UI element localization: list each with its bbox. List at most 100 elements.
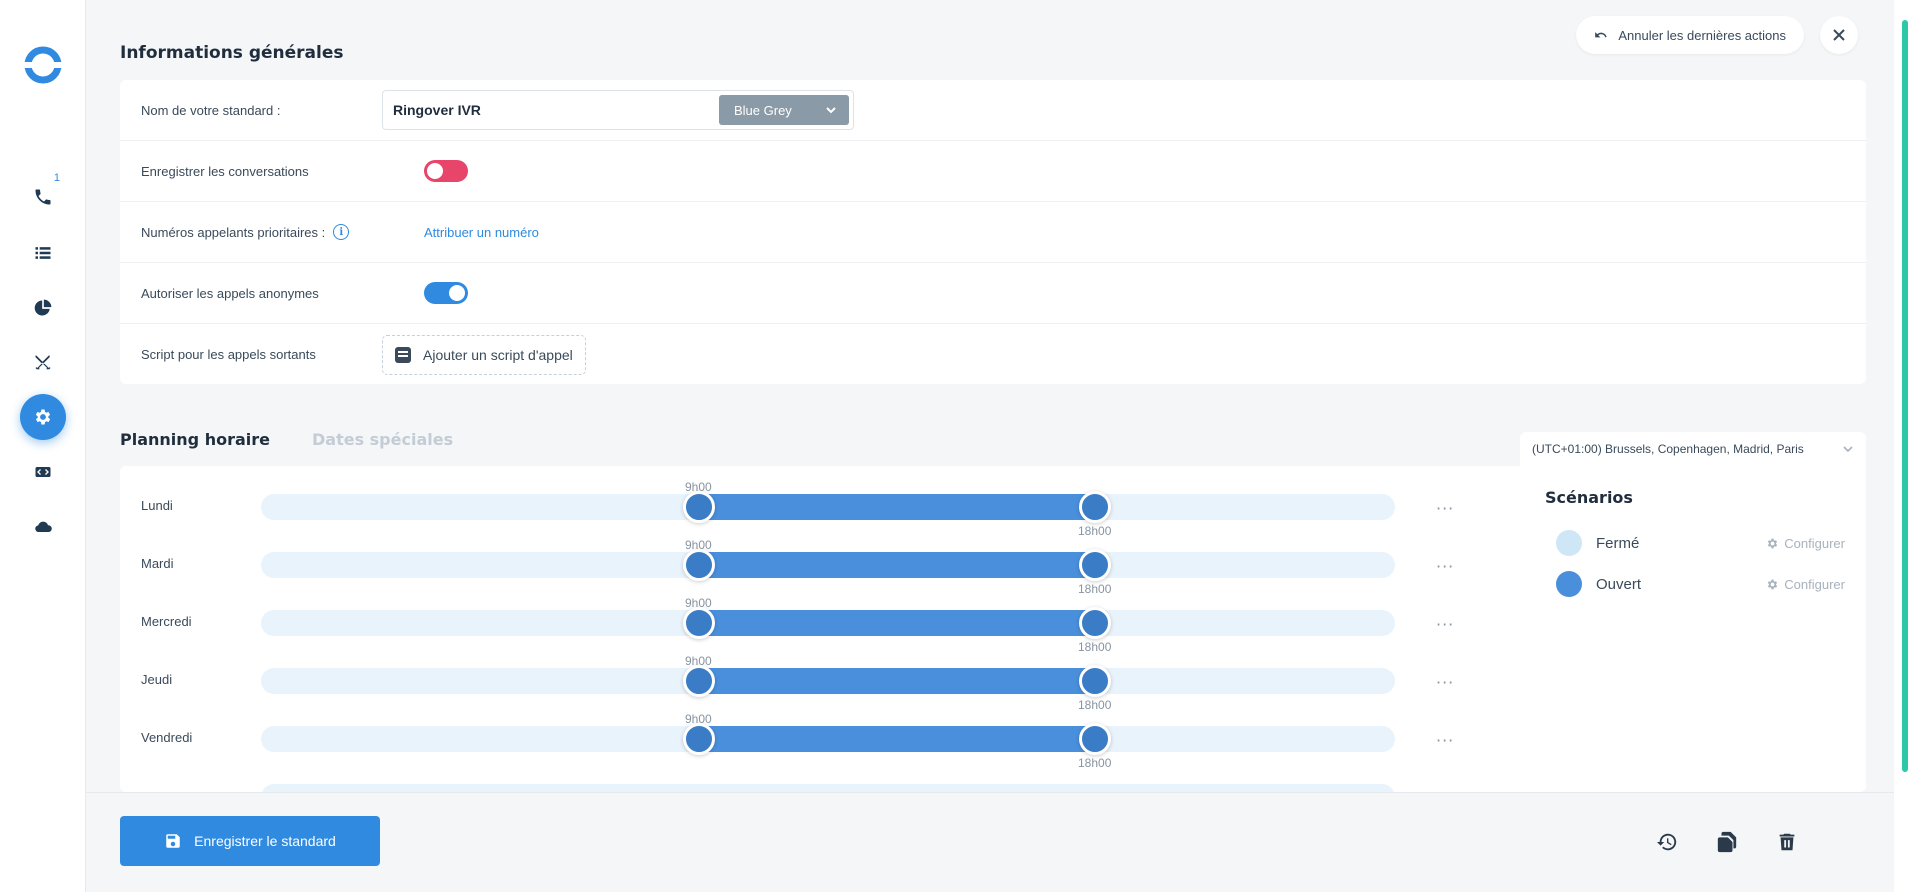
calls-badge: 1 bbox=[53, 172, 60, 184]
schedule-track[interactable] bbox=[261, 665, 1395, 697]
schedule-row: Jeudi 9h00 18h00 ··· bbox=[120, 640, 1520, 712]
undo-button[interactable]: Annuler les dernières actions bbox=[1576, 16, 1804, 54]
sidebar-item-stats[interactable] bbox=[24, 289, 62, 327]
save-icon bbox=[166, 834, 180, 848]
end-handle[interactable] bbox=[1079, 723, 1111, 755]
bottom-bar: Enregistrer le standard bbox=[86, 792, 1894, 892]
sidebar-item-calls[interactable]: 1 bbox=[24, 172, 62, 216]
list-icon bbox=[35, 247, 51, 259]
timezone-value: (UTC+01:00) Brussels, Copenhagen, Madrid… bbox=[1532, 442, 1804, 456]
phone-icon bbox=[35, 189, 51, 205]
save-standard-button[interactable]: Enregistrer le standard bbox=[120, 816, 380, 866]
gear-icon bbox=[1768, 579, 1778, 589]
standard-name-label-text: Nom de votre standard : bbox=[141, 102, 281, 118]
chevron-down-icon bbox=[1843, 446, 1853, 453]
delete-button[interactable] bbox=[1776, 831, 1798, 853]
scenario-ferme[interactable]: Fermé Configurer bbox=[1545, 529, 1845, 557]
row-standard-name: Nom de votre standard : Ringover IVR Blu… bbox=[120, 80, 1866, 141]
trash-icon bbox=[1779, 833, 1795, 851]
scenario-name: Fermé bbox=[1596, 534, 1640, 552]
open-range[interactable] bbox=[699, 610, 1095, 636]
end-handle[interactable] bbox=[1079, 665, 1111, 697]
tab-dates-speciales[interactable]: Dates spéciales bbox=[312, 430, 453, 449]
row-outgoing-script: Script pour les appels sortants Ajouter … bbox=[120, 324, 1866, 385]
ringover-logo-icon bbox=[22, 46, 64, 84]
close-icon bbox=[1833, 29, 1845, 41]
end-handle[interactable] bbox=[1079, 491, 1111, 523]
tab-planning-horaire[interactable]: Planning horaire bbox=[120, 430, 270, 449]
close-button[interactable] bbox=[1820, 16, 1858, 54]
undo-label: Annuler les dernières actions bbox=[1618, 27, 1786, 43]
general-info-card: Nom de votre standard : Ringover IVR Blu… bbox=[120, 80, 1866, 384]
configure-label: Configurer bbox=[1784, 535, 1845, 551]
planning-tabs: Planning horaire Dates spéciales bbox=[120, 430, 453, 449]
scenario-ouvert[interactable]: Ouvert Configurer bbox=[1545, 570, 1845, 598]
schedule-row: Mardi 9h00 18h00 ··· bbox=[120, 524, 1520, 596]
end-handle[interactable] bbox=[1079, 549, 1111, 581]
toggle-knob bbox=[427, 163, 443, 179]
schedule-track[interactable] bbox=[261, 549, 1395, 581]
swords-icon bbox=[35, 355, 51, 370]
start-handle[interactable] bbox=[683, 723, 715, 755]
bottom-actions bbox=[1656, 831, 1798, 853]
sidebar-item-list[interactable] bbox=[24, 234, 62, 272]
more-options-icon[interactable]: ··· bbox=[1436, 499, 1454, 518]
schedule-track[interactable] bbox=[261, 607, 1395, 639]
sidebar: 1 bbox=[0, 0, 86, 892]
record-calls-label-text: Enregistrer les conversations bbox=[141, 163, 309, 179]
more-options-icon[interactable]: ··· bbox=[1436, 673, 1454, 692]
day-label: Mardi bbox=[141, 556, 174, 571]
outgoing-script-label-text: Script pour les appels sortants bbox=[141, 347, 316, 362]
configure-label: Configurer bbox=[1784, 576, 1845, 592]
start-handle[interactable] bbox=[683, 549, 715, 581]
schedule-track-partial bbox=[261, 784, 1395, 792]
duplicate-button[interactable] bbox=[1716, 831, 1738, 853]
scrollbar-thumb[interactable] bbox=[1902, 20, 1908, 772]
row-anonymous-calls: Autoriser les appels anonymes bbox=[120, 263, 1866, 324]
more-options-icon[interactable]: ··· bbox=[1436, 557, 1454, 576]
history-button[interactable] bbox=[1656, 831, 1678, 853]
anonymous-calls-toggle[interactable] bbox=[424, 282, 468, 304]
more-options-icon[interactable]: ··· bbox=[1436, 615, 1454, 634]
schedule-track[interactable] bbox=[261, 491, 1395, 523]
standard-name-input[interactable]: Ringover IVR Blue Grey bbox=[382, 90, 854, 130]
more-options-icon[interactable]: ··· bbox=[1436, 731, 1454, 750]
planning-card: Lundi 9h00 18h00 ··· Mardi 9h00 18h00 ··· Mercre… bbox=[120, 466, 1866, 792]
scenarios-panel: Scénarios Fermé Configurer Ouvert Config… bbox=[1545, 488, 1845, 611]
ringover-logo[interactable] bbox=[22, 44, 64, 86]
undo-icon bbox=[1595, 32, 1608, 38]
top-actions: Annuler les dernières actions bbox=[1576, 16, 1858, 54]
info-icon[interactable]: i bbox=[333, 224, 350, 240]
open-range[interactable] bbox=[699, 494, 1095, 520]
outgoing-script-label: Script pour les appels sortants bbox=[141, 347, 316, 362]
code-icon bbox=[35, 467, 51, 477]
gear-icon bbox=[35, 409, 51, 425]
pie-chart-icon bbox=[34, 299, 52, 316]
sidebar-item-settings[interactable] bbox=[20, 394, 66, 440]
end-handle[interactable] bbox=[1079, 607, 1111, 639]
color-select[interactable]: Blue Grey bbox=[719, 95, 849, 125]
open-range[interactable] bbox=[699, 726, 1095, 752]
assign-number-link[interactable]: Attribuer un numéro bbox=[424, 225, 539, 240]
schedule-track[interactable] bbox=[261, 723, 1395, 755]
configure-button[interactable]: Configurer bbox=[1766, 536, 1845, 551]
sidebar-item-developer[interactable] bbox=[24, 453, 62, 491]
open-range[interactable] bbox=[699, 552, 1095, 578]
toggle-knob bbox=[449, 285, 465, 301]
timezone-select[interactable]: (UTC+01:00) Brussels, Copenhagen, Madrid… bbox=[1520, 432, 1866, 466]
record-calls-toggle[interactable] bbox=[424, 160, 468, 182]
start-handle[interactable] bbox=[683, 607, 715, 639]
start-handle[interactable] bbox=[683, 491, 715, 523]
sidebar-item-tools[interactable] bbox=[24, 344, 62, 382]
open-range[interactable] bbox=[699, 668, 1095, 694]
configure-button[interactable]: Configurer bbox=[1766, 577, 1845, 592]
day-label: Lundi bbox=[141, 498, 173, 513]
schedule-row: Lundi 9h00 18h00 ··· bbox=[120, 466, 1520, 538]
cloud-icon bbox=[35, 521, 52, 533]
end-time-label: 18h00 bbox=[1078, 756, 1112, 770]
outgoing-script-control: Ajouter un script d'appel bbox=[382, 334, 586, 375]
sidebar-item-cloud[interactable] bbox=[24, 508, 62, 546]
start-handle[interactable] bbox=[683, 665, 715, 697]
add-script-button[interactable]: Ajouter un script d'appel bbox=[382, 334, 586, 375]
schedule-row: Vendredi 9h00 18h00 ··· bbox=[120, 698, 1520, 770]
